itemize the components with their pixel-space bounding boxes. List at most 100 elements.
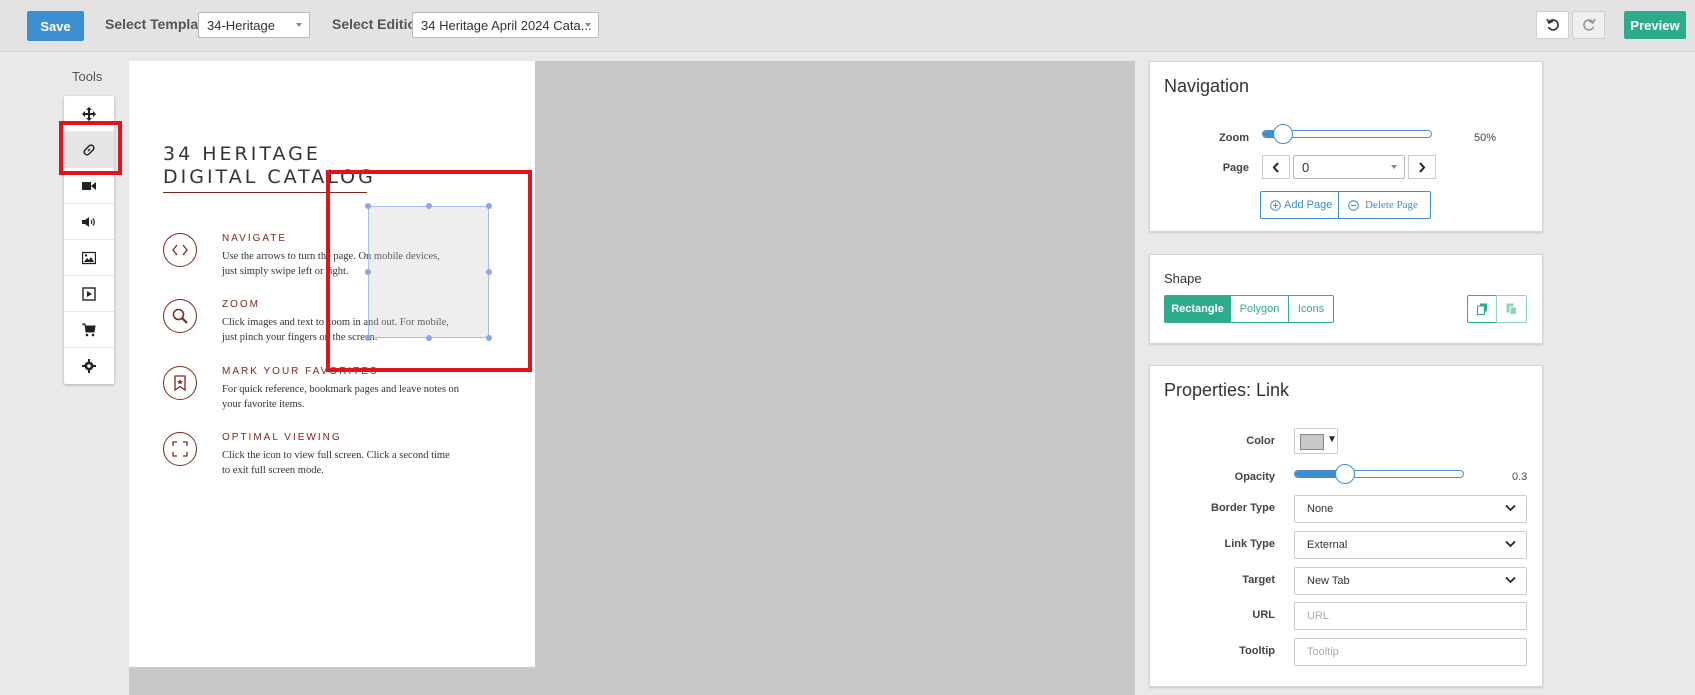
url-input[interactable]: URL (1294, 602, 1527, 630)
minus-circle-icon (1348, 200, 1359, 211)
chevron-down-icon (585, 23, 591, 27)
chevron-down-icon (1505, 540, 1516, 548)
undo-button[interactable] (1536, 11, 1569, 39)
properties-title: Properties: Link (1164, 380, 1290, 400)
chevron-down-icon (296, 23, 302, 27)
feature-text-line: your favorite items. (222, 399, 305, 410)
delete-page-button[interactable]: Delete Page (1338, 191, 1431, 219)
shape-title: Shape (1164, 271, 1202, 286)
border-type-label: Border Type (1211, 502, 1275, 514)
chevron-right-icon (1419, 162, 1426, 173)
save-button[interactable]: Save (27, 11, 84, 41)
tool-settings[interactable] (64, 348, 114, 384)
feature-text: For quick reference, bookmark pages and … (222, 382, 482, 412)
zoom-label: Zoom (1219, 132, 1249, 144)
catalog-title-line1: 34 HERITAGE (163, 143, 321, 165)
copy-shape-button[interactable] (1467, 295, 1497, 323)
add-page-button[interactable]: Add Page (1260, 191, 1339, 219)
chevron-down-icon (1391, 165, 1397, 169)
plus-circle-icon (1270, 200, 1281, 211)
color-swatch (1300, 434, 1324, 450)
top-toolbar: Save Select Template 34-Heritage Select … (0, 0, 1695, 52)
zoom-slider-handle[interactable] (1273, 124, 1293, 144)
link-type-value: External (1307, 539, 1348, 551)
page-select-value: 0 (1302, 160, 1310, 175)
page-label: Page (1222, 162, 1249, 174)
paste-icon (1506, 303, 1517, 315)
feature-text-line: For quick reference, bookmark pages and … (222, 384, 460, 395)
bookmark-icon (163, 366, 197, 400)
redo-button[interactable] (1572, 11, 1605, 39)
shape-polygon-button[interactable]: Polygon (1230, 295, 1289, 323)
color-label: Color (1246, 435, 1275, 447)
shape-rectangle-button[interactable]: Rectangle (1164, 295, 1231, 323)
highlight-link-shape (326, 170, 532, 372)
template-select-value: 34-Heritage (207, 18, 275, 33)
slideshow-icon (82, 287, 96, 301)
tools-title: Tools (72, 69, 103, 84)
feature-title: ZOOM (222, 299, 260, 310)
shape-panel: Shape Rectangle Polygon Icons (1149, 254, 1543, 344)
video-icon (82, 182, 96, 190)
tool-image[interactable] (64, 240, 114, 276)
target-label: Target (1242, 574, 1275, 586)
tooltip-input[interactable]: Tooltip (1294, 638, 1527, 666)
url-placeholder: URL (1307, 610, 1330, 622)
cart-icon (82, 323, 96, 337)
prev-page-button[interactable] (1262, 155, 1290, 179)
properties-panel: Properties: Link Color ▼ Opacity 0.3 Bor… (1149, 365, 1543, 687)
template-label: Select Template (105, 16, 211, 32)
feature-title: NAVIGATE (222, 233, 288, 244)
zoom-value: 50% (1474, 132, 1497, 144)
chevron-left-icon (1272, 162, 1279, 173)
edition-select-value: 34 Heritage April 2024 Cata... (421, 18, 592, 33)
zoom-slider[interactable] (1262, 124, 1432, 144)
move-icon (82, 107, 96, 121)
target-select[interactable]: New Tab (1294, 567, 1527, 595)
add-page-label: Add Page (1284, 199, 1333, 211)
caret-down-icon: ▼ (1327, 434, 1337, 445)
arrows-icon (163, 233, 197, 267)
border-type-value: None (1307, 503, 1334, 515)
settings-icon (82, 359, 96, 373)
navigation-panel: Navigation Zoom 50% Page 0 Add Page Dele… (1149, 61, 1543, 232)
opacity-slider[interactable] (1294, 464, 1464, 484)
feature-title: OPTIMAL VIEWING (222, 432, 342, 443)
redo-icon (1583, 18, 1596, 31)
target-value: New Tab (1307, 575, 1350, 587)
magnifier-icon (163, 299, 197, 333)
next-page-button[interactable] (1408, 155, 1436, 179)
feature-text-line: to exit full screen mode. (222, 465, 324, 476)
audio-icon (82, 217, 95, 227)
tool-audio[interactable] (64, 204, 114, 240)
chevron-down-icon (1505, 504, 1516, 512)
undo-icon (1546, 18, 1559, 31)
tooltip-placeholder: Tooltip (1307, 646, 1339, 658)
url-label: URL (1252, 609, 1275, 621)
opacity-value: 0.3 (1512, 471, 1528, 483)
highlight-link-tool (59, 121, 122, 175)
paste-shape-button[interactable] (1496, 295, 1527, 323)
opacity-label: Opacity (1234, 471, 1275, 483)
tool-cart[interactable] (64, 312, 114, 348)
feature-text-line: Click the icon to view full screen. Clic… (222, 450, 450, 461)
border-type-select[interactable]: None (1294, 495, 1527, 523)
image-icon (82, 251, 96, 265)
tooltip-label: Tooltip (1239, 645, 1275, 657)
shape-icons-button[interactable]: Icons (1288, 295, 1334, 323)
opacity-slider-handle[interactable] (1335, 464, 1355, 484)
feature-text: Click the icon to view full screen. Clic… (222, 448, 482, 478)
navigation-title: Navigation (1164, 76, 1250, 96)
template-select[interactable]: 34-Heritage (198, 12, 310, 38)
color-picker[interactable]: ▼ (1294, 428, 1338, 454)
link-type-label: Link Type (1224, 538, 1275, 550)
fullscreen-icon (163, 432, 197, 466)
page-select[interactable]: 0 (1293, 155, 1405, 179)
chevron-down-icon (1505, 576, 1516, 584)
copy-icon (1477, 303, 1487, 315)
link-type-select[interactable]: External (1294, 531, 1527, 559)
delete-page-label: Delete Page (1365, 199, 1418, 211)
tool-slideshow[interactable] (64, 276, 114, 312)
edition-select[interactable]: 34 Heritage April 2024 Cata... (412, 12, 599, 38)
preview-button[interactable]: Preview (1624, 11, 1686, 39)
